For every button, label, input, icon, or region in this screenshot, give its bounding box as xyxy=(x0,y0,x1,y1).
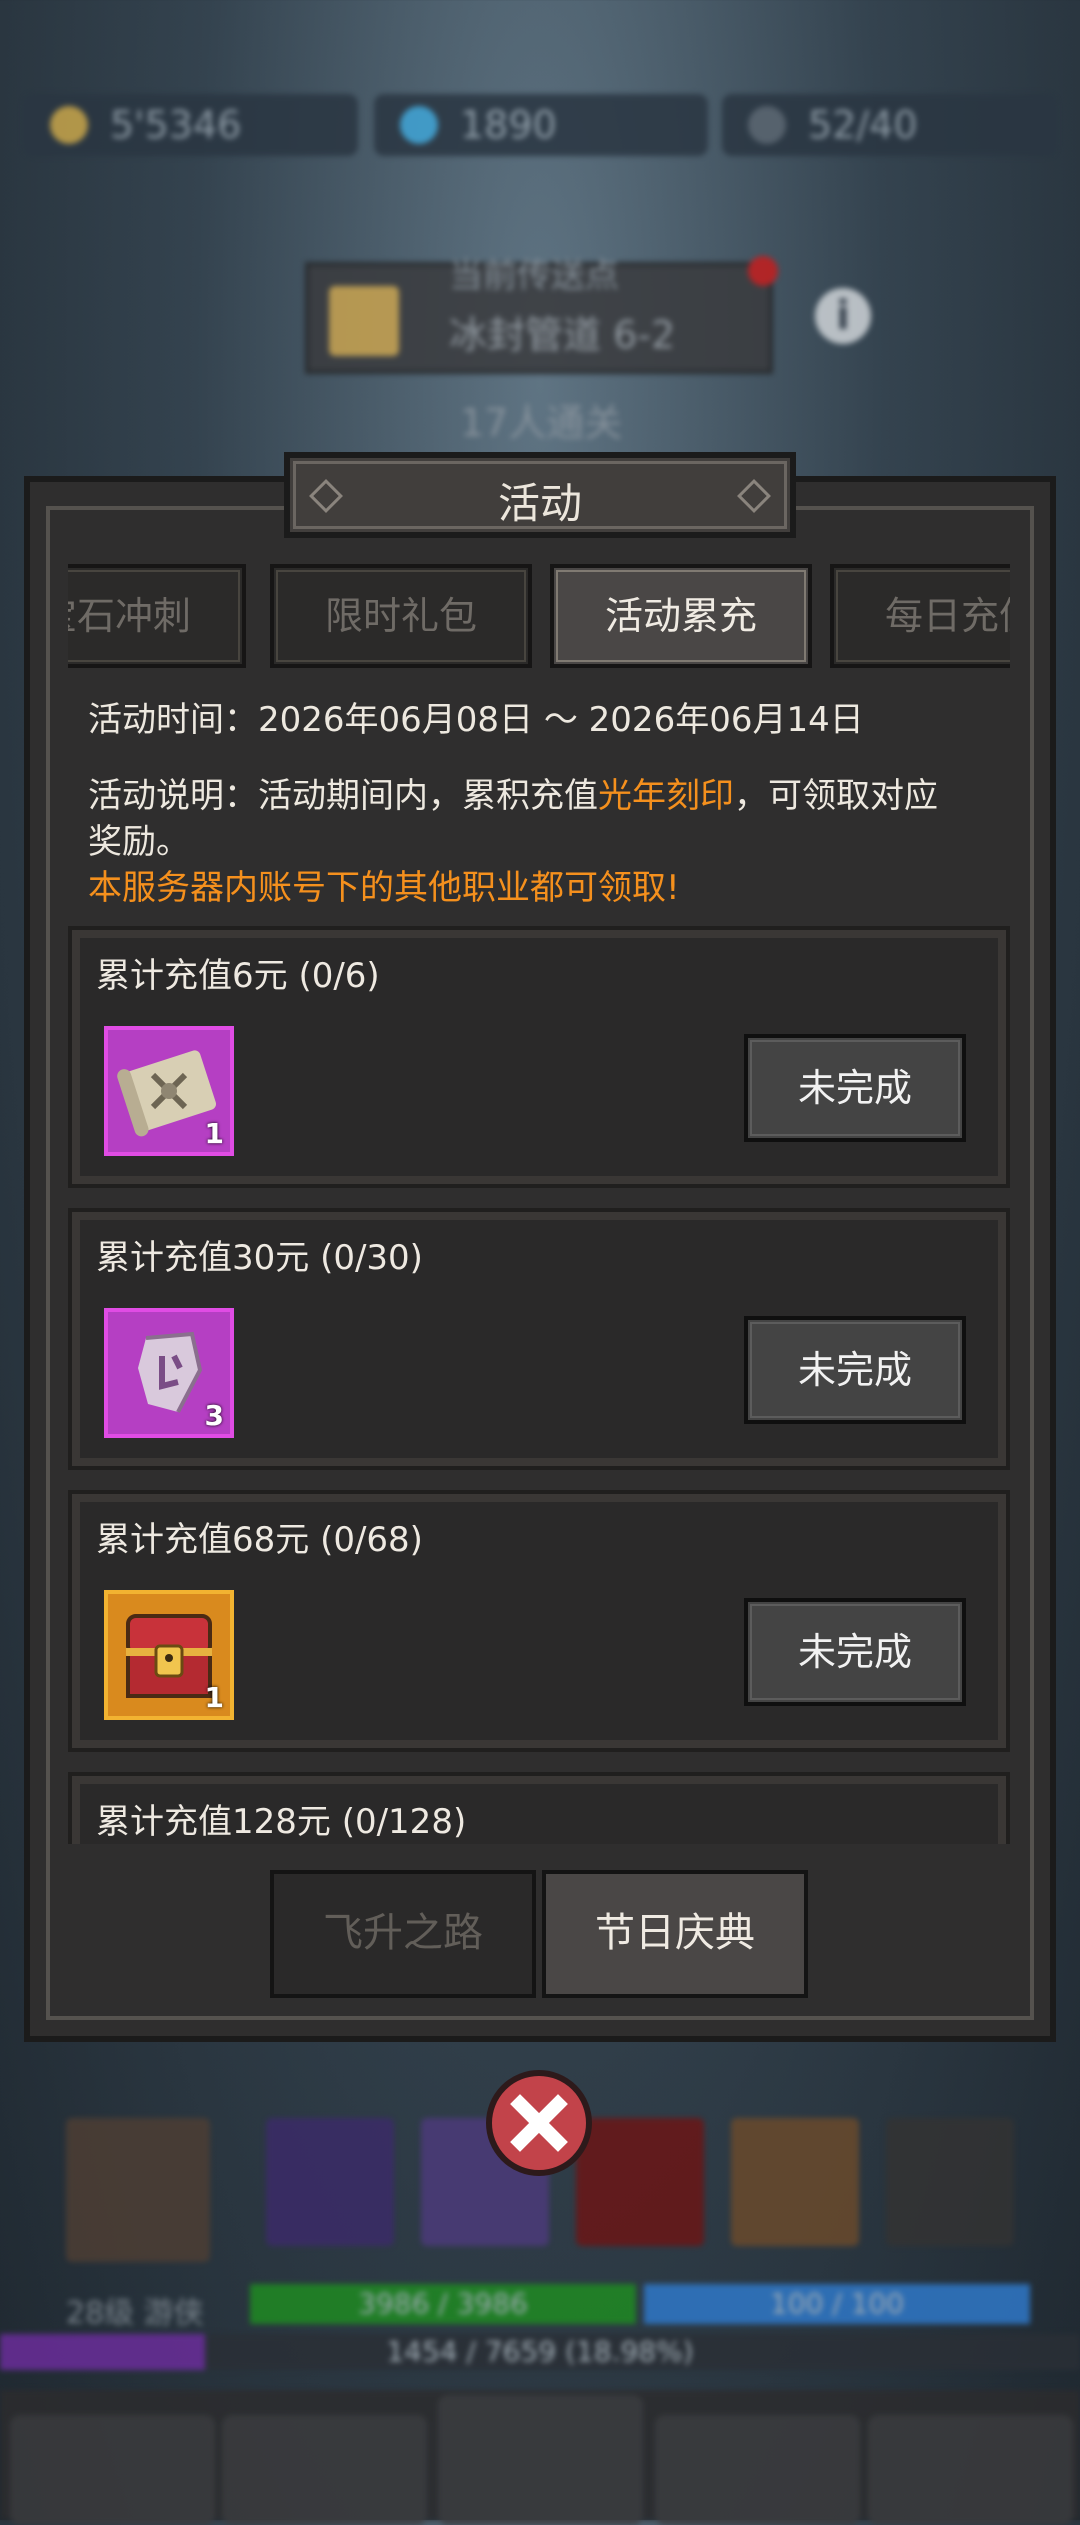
mp-bar: 100 / 100 xyxy=(644,2284,1030,2324)
status-button[interactable]: 未完成 xyxy=(744,1316,966,1424)
gem-resource: 1890 xyxy=(374,94,708,156)
reward-card: 累计充值30元 (0/30) 3 未完成 xyxy=(68,1208,1010,1470)
reward-title: 累计充值6元 (0/6) xyxy=(96,956,380,996)
reward-item-slot[interactable]: 3 xyxy=(104,1308,234,1438)
dialog-title-plate: 活动 xyxy=(284,452,796,538)
reward-list[interactable]: 累计充值6元 (0/6) 1 未完成 累计充值30元 (0/30) 3 未完成 xyxy=(68,926,1010,1844)
skill-slot-4[interactable] xyxy=(731,2118,859,2246)
tab-gem-sprint[interactable]: 宝石冲刺 xyxy=(68,564,246,668)
reward-item-slot[interactable]: 1 xyxy=(104,1026,234,1156)
gem-value: 1890 xyxy=(460,103,557,147)
reward-title: 累计充值68元 (0/68) xyxy=(96,1520,423,1560)
stamina-value: 52/40 xyxy=(808,103,918,147)
nav-inventory[interactable] xyxy=(222,2415,427,2525)
item-count: 1 xyxy=(204,1681,224,1714)
stage-name: 冰封管道 6-2 xyxy=(449,313,676,357)
item-count: 3 xyxy=(204,1399,224,1432)
tab-festival[interactable]: 节日庆典 xyxy=(542,1870,808,1998)
item-count: 1 xyxy=(204,1117,224,1150)
activity-time: 活动时间：2026年06月08日 ～ 2026年06月14日 xyxy=(88,700,864,740)
blue-gem-icon xyxy=(400,106,438,144)
description-text-end: ，可领取对应 xyxy=(734,776,938,816)
gold-coin-icon xyxy=(50,106,88,144)
reward-title: 累计充值128元 (0/128) xyxy=(96,1802,467,1842)
description-highlight: 光年刻印 xyxy=(598,776,734,816)
exp-bar: 1454 / 7659 (18.98%) xyxy=(0,2334,1080,2370)
add-skill-slot[interactable] xyxy=(886,2118,1014,2246)
nav-dungeon[interactable] xyxy=(438,2395,643,2525)
status-button[interactable]: 未完成 xyxy=(744,1598,966,1706)
player-portrait[interactable] xyxy=(66,2118,210,2262)
hp-bar: 3986 / 3986 xyxy=(250,2284,636,2324)
gold-value: 5'5346 xyxy=(110,103,242,147)
reward-item-slot[interactable]: 1 xyxy=(104,1590,234,1720)
tab-cumulative-recharge[interactable]: 活动累充 xyxy=(550,564,812,668)
reward-card: 累计充值128元 (0/128) xyxy=(68,1772,1010,1844)
tab-ascension-path[interactable]: 飞升之路 xyxy=(270,1870,536,1998)
info-icon[interactable]: i xyxy=(815,288,871,344)
stamina-resource: 52/40 xyxy=(722,94,1056,156)
stamina-icon xyxy=(748,106,786,144)
activity-tabs: 宝石冲刺 限时礼包 活动累充 每日充值 xyxy=(68,564,1010,672)
skill-slot-3[interactable] xyxy=(576,2118,704,2246)
nav-settings[interactable] xyxy=(868,2415,1073,2525)
skill-slot-1[interactable] xyxy=(266,2118,394,2246)
tab-daily-recharge[interactable]: 每日充值 xyxy=(830,564,1010,668)
reward-title: 累计充值30元 (0/30) xyxy=(96,1238,423,1278)
close-button[interactable] xyxy=(486,2070,592,2176)
notification-dot xyxy=(748,256,778,286)
description-line-2: 奖励。 xyxy=(88,822,190,862)
reward-card: 累计充值6元 (0/6) 1 未完成 xyxy=(68,926,1010,1188)
stage-label: 当前传送点 xyxy=(449,256,619,296)
description-text: 活动说明：活动期间内，累积充值 xyxy=(88,776,598,816)
gold-resource: 5'5346 xyxy=(24,94,358,156)
reward-card: 累计充值68元 (0/68) 1 未完成 xyxy=(68,1490,1010,1752)
activity-notice: 本服务器内账号下的其他职业都可领取! xyxy=(88,868,680,908)
player-level: 28级 游侠 xyxy=(66,2296,204,2331)
stage-cleared-count: 17人通关 xyxy=(460,401,623,445)
status-button[interactable]: 未完成 xyxy=(744,1034,966,1142)
nav-character[interactable] xyxy=(10,2415,215,2525)
activity-description: 活动说明：活动期间内，累积充值光年刻印，可领取对应 xyxy=(88,774,938,818)
map-book-icon xyxy=(329,286,399,356)
close-icon xyxy=(510,2094,568,2152)
nav-codex[interactable] xyxy=(655,2415,860,2525)
stage-panel[interactable]: 当前传送点 冰封管道 6-2 xyxy=(305,256,773,374)
dialog-title: 活动 xyxy=(497,479,582,528)
tab-limited-pack[interactable]: 限时礼包 xyxy=(270,564,532,668)
